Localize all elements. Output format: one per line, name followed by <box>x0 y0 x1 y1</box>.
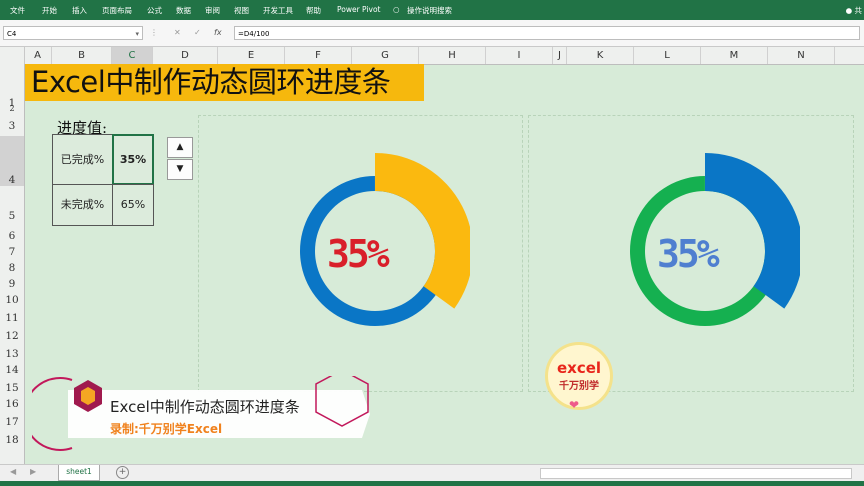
column-header-e[interactable]: E <box>218 47 285 64</box>
more-icon: ⋮ <box>150 28 158 37</box>
row-header-2[interactable]: 2 <box>0 104 24 113</box>
tell-me-search[interactable]: 操作说明搜索 <box>407 5 452 16</box>
watermark-recorder: 录制:千万别学Excel <box>110 422 223 436</box>
tab-help[interactable]: 帮助 <box>306 5 321 16</box>
row-header-10[interactable]: 10 <box>0 294 24 306</box>
row-header-5[interactable]: 5 <box>0 210 24 222</box>
chevron-down-icon[interactable]: ▾ <box>135 27 139 41</box>
logo-text-excel: excel <box>556 359 602 377</box>
column-header-l[interactable]: L <box>634 47 701 64</box>
prev-sheet-icon[interactable]: ◀ <box>10 467 16 476</box>
status-bar <box>0 481 864 486</box>
sheet-tab-sheet1[interactable]: sheet1 <box>58 465 100 481</box>
add-sheet-button[interactable]: + <box>116 466 129 479</box>
share-button[interactable]: ● 共 <box>846 5 862 16</box>
column-header-b[interactable]: B <box>52 47 112 64</box>
horizontal-scrollbar[interactable] <box>540 468 852 479</box>
cancel-icon[interactable]: ✕ <box>174 28 181 37</box>
row-header-16[interactable]: 16 <box>0 398 24 410</box>
tab-home[interactable]: 开始 <box>42 5 57 16</box>
column-header-a[interactable]: A <box>24 47 52 64</box>
logo-text-channel: 千万别学 <box>559 381 599 392</box>
column-headers: A B C D E F G H I J K L M N <box>0 47 864 65</box>
tab-data[interactable]: 数据 <box>176 5 191 16</box>
tab-page-layout[interactable]: 页面布局 <box>102 5 132 16</box>
next-sheet-icon[interactable]: ▶ <box>30 467 36 476</box>
completed-value-cell[interactable]: 35% <box>112 134 154 185</box>
sheet-title: Excel中制作动态圆环进度条 <box>25 64 424 101</box>
remaining-label-cell[interactable]: 未完成% <box>52 184 113 226</box>
column-header-j[interactable]: J <box>553 47 567 64</box>
completed-label-cell[interactable]: 已完成% <box>52 134 113 185</box>
watermark-title: Excel中制作动态圆环进度条 <box>110 398 300 416</box>
name-box[interactable]: C4 ▾ <box>3 26 143 40</box>
tab-view[interactable]: 视图 <box>234 5 249 16</box>
heart-icon: ❤ <box>569 398 580 412</box>
donut-progress-arc-1 <box>375 153 470 309</box>
row-header-8[interactable]: 8 <box>0 262 24 274</box>
row-header-14[interactable]: 14 <box>0 364 24 376</box>
user-icon: ● <box>845 6 853 15</box>
remaining-value-cell[interactable]: 65% <box>112 184 154 226</box>
row-header-12[interactable]: 12 <box>0 330 24 342</box>
tab-file[interactable]: 文件 <box>10 5 25 16</box>
donut-percent-label-2: 35% <box>657 232 720 276</box>
column-header-h[interactable]: H <box>419 47 486 64</box>
row-header-3[interactable]: 3 <box>0 120 24 132</box>
row-header-4[interactable]: 4 <box>0 136 24 186</box>
formula-input[interactable]: =D4/100 <box>234 26 860 40</box>
row-header-15[interactable]: 15 <box>0 382 24 394</box>
enter-icon[interactable]: ✓ <box>194 28 201 37</box>
sheet-tab-bar: ◀ ▶ sheet1 + <box>0 464 864 482</box>
row-header-11[interactable]: 11 <box>0 312 24 324</box>
column-header-f[interactable]: F <box>285 47 352 64</box>
column-header-k[interactable]: K <box>567 47 634 64</box>
ribbon-tabs: 文件 开始 插入 页面布局 公式 数据 审阅 视图 开发工具 帮助 Power … <box>0 0 864 20</box>
row-header-6[interactable]: 6 <box>0 230 24 242</box>
tab-formulas[interactable]: 公式 <box>147 5 162 16</box>
row-header-13[interactable]: 13 <box>0 348 24 360</box>
column-header-g[interactable]: G <box>352 47 419 64</box>
tab-power-pivot[interactable]: Power Pivot <box>337 5 380 14</box>
row-header-7[interactable]: 7 <box>0 246 24 258</box>
column-header-n[interactable]: N <box>768 47 835 64</box>
tab-developer[interactable]: 开发工具 <box>263 5 293 16</box>
donut-percent-label-1: 35% <box>327 232 390 276</box>
name-box-value: C4 <box>7 30 17 38</box>
tab-review[interactable]: 审阅 <box>205 5 220 16</box>
column-header-i[interactable]: I <box>486 47 553 64</box>
formula-bar: C4 ▾ ⋮ ✕ ✓ fx =D4/100 <box>0 20 864 47</box>
lightbulb-icon: ○ <box>393 5 400 14</box>
spinner-up-button[interactable]: ▲ <box>167 137 193 158</box>
select-all-corner[interactable] <box>0 47 25 64</box>
donut-progress-arc-2 <box>705 153 800 309</box>
tab-insert[interactable]: 插入 <box>72 5 87 16</box>
row-header-17[interactable]: 17 <box>0 416 24 428</box>
spinner-down-button[interactable]: ▼ <box>167 159 193 180</box>
insert-function-icon[interactable]: fx <box>214 28 222 37</box>
row-headers: 1 2 3 4 5 6 7 8 9 10 11 12 13 14 15 16 1… <box>0 64 25 464</box>
column-header-m[interactable]: M <box>701 47 768 64</box>
column-header-c[interactable]: C <box>112 47 153 64</box>
row-header-9[interactable]: 9 <box>0 278 24 290</box>
row-header-18[interactable]: 18 <box>0 434 24 446</box>
column-header-d[interactable]: D <box>153 47 218 64</box>
